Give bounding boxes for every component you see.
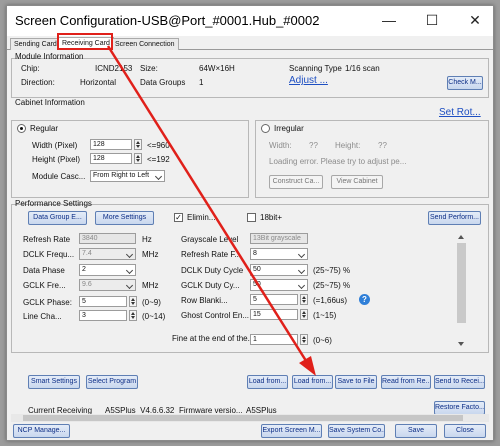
- annotation-arrow: [106, 45, 316, 376]
- annotation-arrow-head: [299, 356, 316, 376]
- annotation-arrow-line: [106, 45, 310, 365]
- screen-configuration-window: Screen Configuration-USB@Port_#0001.Hub_…: [6, 5, 494, 441]
